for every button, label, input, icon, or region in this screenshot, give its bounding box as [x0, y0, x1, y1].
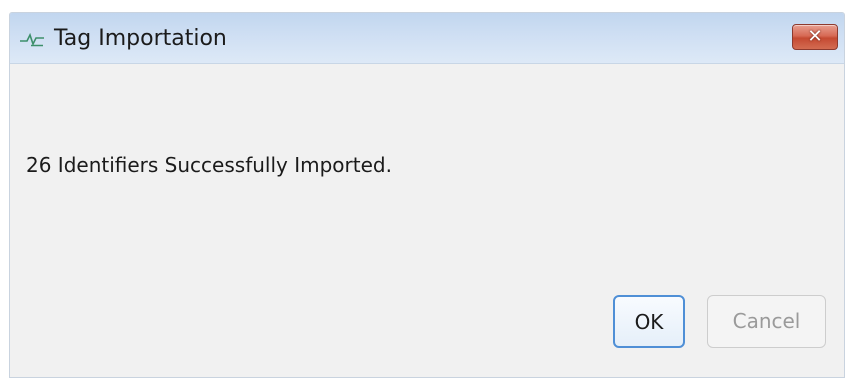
status-message: 26 Identifiers Successfully Imported. — [26, 153, 392, 177]
ok-button[interactable]: OK — [613, 295, 685, 348]
tag-importation-icon — [20, 32, 44, 47]
close-icon: ✕ — [807, 26, 823, 47]
cancel-button[interactable]: Cancel — [707, 295, 826, 348]
close-button[interactable]: ✕ — [792, 24, 838, 50]
title-bar[interactable]: Tag Importation ✕ — [10, 13, 844, 64]
window-title: Tag Importation — [54, 26, 227, 51]
tag-importation-dialog: Tag Importation ✕ 26 Identifiers Success… — [9, 12, 845, 378]
